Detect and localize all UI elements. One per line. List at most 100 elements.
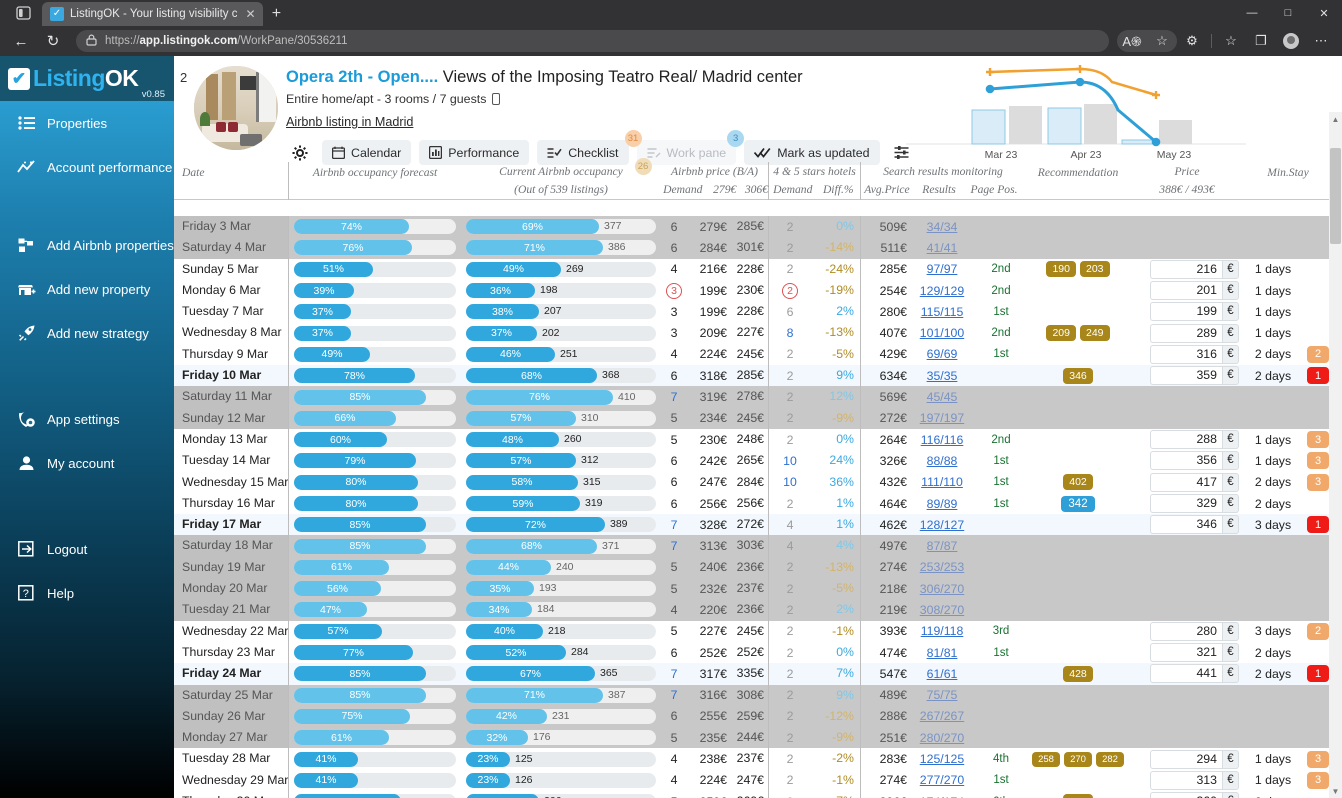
price-input[interactable]: 313 € [1150,770,1239,790]
price-input[interactable]: 288 € [1150,430,1239,450]
price-input[interactable]: 321 € [1150,643,1239,663]
cell-results[interactable]: 115/115 [907,305,977,319]
sidebar-item-add-new-strategy[interactable]: Add new strategy [0,311,174,355]
cell-results[interactable]: 101/100 [907,326,977,340]
recommendation-pill[interactable]: 203 [1080,261,1110,278]
recommendation-pill[interactable]: 209 [1046,325,1076,342]
recommendation-pill[interactable]: 428 [1063,665,1093,682]
reload-icon[interactable]: ↻ [38,28,68,54]
browser-tab[interactable]: ✓ ListingOK - Your listing visibility c … [42,2,264,26]
price-input[interactable]: 346 € [1150,515,1239,535]
cell-results[interactable]: 45/45 [907,390,977,404]
price-input[interactable]: 280 € [1150,621,1239,641]
cell-results[interactable]: 116/116 [907,433,977,447]
cell-results[interactable]: 119/118 [907,624,977,638]
maximize-button[interactable]: □ [1270,0,1306,26]
table-row[interactable]: Sunday 12 Mar 66% 57% 310 5 234€ 245€ 2 -9% 272€ 1… [174,407,1329,429]
extensions-icon[interactable]: ⚙ [1177,28,1207,54]
table-row[interactable]: Sunday 19 Mar 61% 44% 240 5 240€ 236€ 2 -13% 274€… [174,556,1329,579]
table-row[interactable]: Monday 20 Mar 56% 35% 193 5 232€ 237€ 2 -5% 218€ 3… [174,578,1329,600]
table-row[interactable]: Wednesday 8 Mar 37% 37% 202 3 209€ 227€ 8 -13% 40… [174,322,1329,344]
close-icon[interactable]: ✕ [243,7,257,21]
table-row[interactable]: Thursday 23 Mar 77% 52% 284 6 252€ 252€ 2 0% 474€… [174,641,1329,664]
minimize-button[interactable]: — [1234,0,1270,26]
table-row[interactable]: Tuesday 7 Mar 37% 38% 207 3 199€ 228€ 6 2% 280€ 11… [174,301,1329,323]
vertical-scrollbar[interactable]: ▲ ▼ [1329,112,1342,798]
cell-results[interactable]: 89/89 [907,497,977,511]
cell-results[interactable]: 125/125 [907,752,977,766]
scroll-up-icon[interactable]: ▲ [1329,112,1342,126]
cell-results[interactable]: 61/61 [907,667,977,681]
address-bar[interactable]: https://app.listingok.com/WorkPane/30536… [76,30,1109,52]
cell-results[interactable]: 69/69 [907,347,977,361]
table-row[interactable]: Monday 27 Mar 61% 32% 176 5 235€ 244€ 2 -9% 251€ 2… [174,727,1329,749]
cell-results[interactable]: 81/81 [907,646,977,660]
window-close-button[interactable]: ✕ [1306,0,1342,26]
cell-results[interactable]: 306/270 [907,582,977,596]
cell-results[interactable]: 41/41 [907,241,977,255]
sidebar-item-my-account[interactable]: My account [0,441,174,485]
table-row[interactable]: Friday 17 Mar 85% 72% 389 7 328€ 272€ 4 1% 462€ 12… [174,514,1329,536]
table-row[interactable]: Tuesday 28 Mar 41% 23% 125 4 238€ 237€ 2 -2% 283€… [174,748,1329,770]
scrollbar-thumb[interactable] [1330,148,1341,244]
price-input[interactable]: 316 € [1150,344,1239,364]
cell-results[interactable]: 197/197 [907,411,977,425]
listing-name[interactable]: Opera 2th - Open.... [286,68,438,86]
sidebar-item-add-new-property[interactable]: Add new property [0,267,174,311]
cell-results[interactable]: 75/75 [907,688,977,702]
cell-results[interactable]: 87/87 [907,539,977,553]
sidebar-item-add-airbnb-properties[interactable]: Add Airbnb properties [0,223,174,267]
cell-results[interactable]: 88/88 [907,454,977,468]
price-input[interactable]: 441 € [1150,664,1239,684]
recommendation-pill[interactable]: 340 [1063,793,1093,798]
favorites-icon[interactable]: ☆ [1216,28,1246,54]
price-input[interactable]: 201 € [1150,281,1239,301]
table-row[interactable]: Tuesday 14 Mar 79% 57% 312 6 242€ 265€ 10 24% 326… [174,450,1329,472]
recommendation-pill[interactable]: 258 [1032,751,1060,767]
scroll-down-icon[interactable]: ▼ [1329,784,1342,798]
cell-results[interactable]: 97/97 [907,262,977,276]
tab-actions-icon[interactable] [4,0,42,26]
profile-avatar[interactable] [1276,28,1306,54]
cell-results[interactable]: 308/270 [907,603,977,617]
cell-results[interactable]: 34/34 [907,220,977,234]
table-row[interactable]: Thursday 16 Mar 80% 59% 319 6 256€ 256€ 2 1% 464€… [174,492,1329,515]
recommendation-pill[interactable]: 402 [1063,474,1093,491]
sidebar-item-help[interactable]: ? Help [0,571,174,615]
cell-results[interactable]: 128/127 [907,518,977,532]
table-row[interactable]: Wednesday 22 Mar 57% 40% 218 5 227€ 245€ 2 -1% 39… [174,620,1329,642]
price-input[interactable]: 417 € [1150,472,1239,492]
work-pane-button[interactable]: 31 3 26 Work pane [624,130,745,175]
table-row[interactable]: Tuesday 21 Mar 47% 34% 184 4 220€ 236€ 2 2% 219€ 3… [174,599,1329,621]
app-logo[interactable]: ✔ ListingOK v0.85 [0,56,174,101]
cell-results[interactable]: 253/253 [907,560,977,574]
cell-results[interactable]: 267/267 [907,709,977,723]
table-row[interactable]: Sunday 5 Mar 51% 49% 269 4 216€ 228€ 2 -24% 285€ 9… [174,258,1329,280]
table-row[interactable]: Saturday 4 Mar 76% 71% 386 6 284€ 301€ 2 -14% 511… [174,237,1329,259]
table-row[interactable]: Thursday 9 Mar 49% 46% 251 4 224€ 245€ 2 -5% 429€… [174,343,1329,366]
table-row[interactable]: Saturday 18 Mar 85% 68% 371 7 313€ 303€ 4 4% 497€… [174,535,1329,557]
table-row[interactable]: Wednesday 29 Mar 41% 23% 126 4 224€ 247€ 2 -1% 27… [174,769,1329,792]
recommendation-pill[interactable]: 190 [1046,261,1076,278]
table-row[interactable]: Friday 10 Mar 78% 68% 368 6 318€ 285€ 2 9% 634€ 35… [174,365,1329,387]
sidebar-item-account-performance[interactable]: Account performance [0,145,174,189]
table-row[interactable]: Friday 3 Mar 74% 69% 377 6 279€ 285€ 2 0% 509€ 34/… [174,216,1329,238]
read-aloud-icon[interactable]: A֍ [1117,28,1147,54]
recommendation-pill[interactable]: 270 [1064,751,1092,767]
table-row[interactable]: Monday 6 Mar 39% 36% 198 3 199€ 230€ 2 -19% 254€ 1… [174,279,1329,302]
table-row[interactable]: Wednesday 15 Mar 80% 58% 315 6 247€ 284€ 10 36% 4… [174,471,1329,493]
cell-results[interactable]: 280/270 [907,731,977,745]
more-options-icon[interactable]: ⋯ [1306,28,1336,54]
listing-thumbnail[interactable] [194,66,278,150]
table-row[interactable]: Thursday 30 Mar69%38%2065259€269€2-7%396… [174,791,1329,798]
price-input[interactable]: 199 € [1150,302,1239,322]
add-favorite-icon[interactable]: ☆ [1147,28,1177,54]
collections-icon[interactable]: ❐ [1246,28,1276,54]
table-row[interactable]: Monday 13 Mar 60% 48% 260 5 230€ 248€ 2 0% 264€ 11… [174,428,1329,451]
price-input[interactable]: 329 € [1150,494,1239,513]
table-row[interactable]: Sunday 26 Mar 75% 42% 231 6 255€ 259€ 2 -12% 288€… [174,705,1329,728]
back-icon[interactable]: ← [6,28,36,54]
recommendation-pill[interactable]: 346 [1063,367,1093,384]
cell-results[interactable]: 277/270 [907,773,977,787]
table-row[interactable]: Saturday 25 Mar 85% 71% 387 7 316€ 308€ 2 9% 489€… [174,684,1329,706]
